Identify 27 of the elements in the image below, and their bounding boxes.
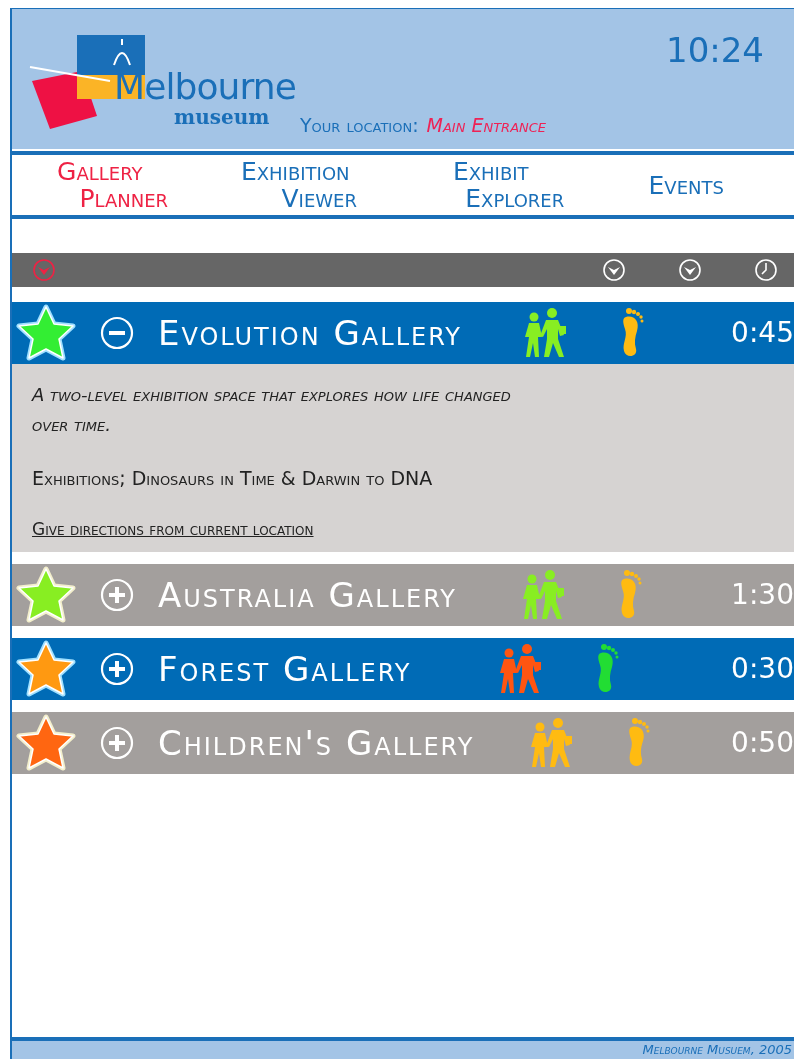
- expand-icon[interactable]: [100, 578, 134, 612]
- nav-tab[interactable]: Events: [598, 155, 794, 215]
- clock-icon[interactable]: [754, 258, 778, 282]
- clock-time: 10:24: [666, 33, 764, 67]
- logo-subtitle: museum: [174, 107, 270, 127]
- location-label: Your location:: [300, 112, 419, 138]
- collapse-icon[interactable]: [100, 316, 134, 350]
- nav-tab[interactable]: Exhibition Viewer: [207, 155, 403, 215]
- visit-duration: 0:50: [730, 725, 794, 761]
- gallery-name: Australia Gallery: [158, 573, 457, 617]
- gallery-row[interactable]: Forest Gallery 0:30: [12, 638, 794, 700]
- current-location: Main Entrance: [426, 112, 547, 138]
- footer-credit: Melbourne Musuem, 2005: [642, 1041, 792, 1059]
- visit-duration: 0:30: [730, 651, 794, 687]
- nav-tab[interactable]: Exhibit Explorer: [403, 155, 599, 215]
- expand-icon[interactable]: [100, 652, 134, 686]
- expand-icon[interactable]: [100, 726, 134, 760]
- directions-link[interactable]: Give directions from current location: [32, 516, 314, 542]
- visit-duration: 0:45: [730, 315, 794, 351]
- gallery-description: A two-level exhibition space that explores how life changed over time.: [32, 383, 512, 437]
- visit-duration: 1:30: [730, 577, 794, 613]
- exhibitions-text: Exhibitions; Dinosaurs in Time & Darwin to DNA: [32, 466, 434, 491]
- gallery-name: Evolution Gallery: [158, 311, 462, 355]
- gallery-name: Forest Gallery: [158, 647, 412, 691]
- gallery-row[interactable]: Evolution Gallery 0:45: [12, 302, 794, 364]
- gallery-name: Children's Gallery: [158, 721, 475, 765]
- nav-tab[interactable]: Gallery Planner: [12, 155, 208, 215]
